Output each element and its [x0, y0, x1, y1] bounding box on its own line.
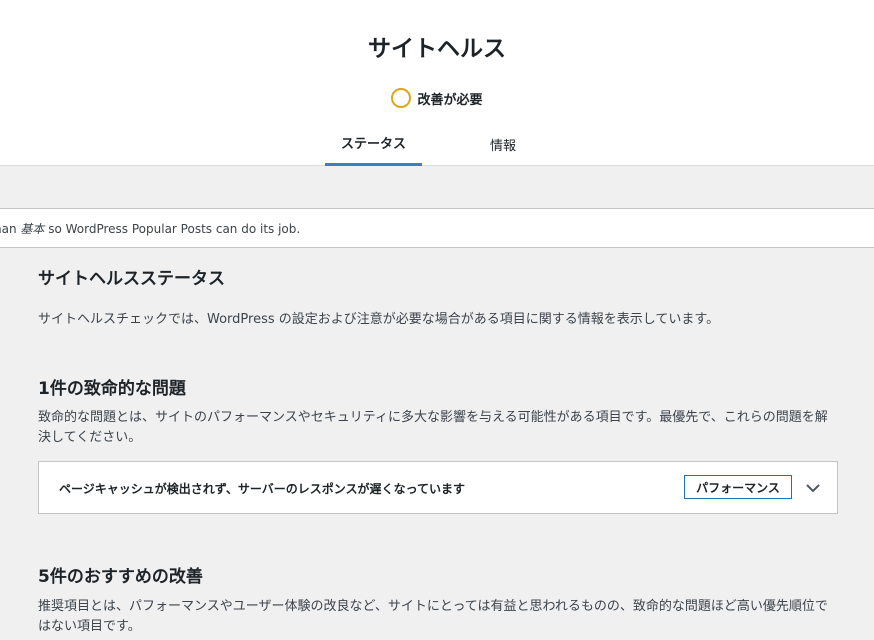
issue-accordion-item[interactable]: ページキャッシュが検出されず、サーバーのレスポンスが遅くなっています パフォーマ…	[38, 461, 838, 514]
notice-text-em: 基本	[20, 221, 45, 236]
recommended-improvements-title: 5件のおすすめの改善	[38, 567, 203, 587]
chevron-down-icon[interactable]	[803, 478, 823, 498]
issue-badge: パフォーマンス	[684, 475, 792, 499]
page-title: サイトヘルス	[368, 36, 506, 62]
tab-bar: ステータス 情報	[0, 122, 874, 166]
section-title: サイトヘルスステータス	[38, 269, 225, 289]
health-status-label: 改善が必要	[417, 92, 483, 108]
section-description: サイトヘルスチェックでは、WordPress の設定および注意が必要な場合がある…	[38, 312, 720, 327]
tab-info[interactable]: 情報	[462, 122, 544, 166]
issue-label: ページキャッシュが検出されず、サーバーのレスポンスが遅くなっています	[59, 482, 465, 496]
site-health-header: サイトヘルス 改善が必要 ステータス 情報	[0, 0, 874, 166]
notice-text: han 基本 so WordPress Popular Posts can do…	[0, 220, 300, 237]
notice-text-before: han	[0, 221, 17, 236]
plugin-notice: han 基本 so WordPress Popular Posts can do…	[0, 208, 874, 248]
status-ring-icon	[391, 88, 412, 108]
notice-text-after: so WordPress Popular Posts can do its jo…	[44, 221, 301, 236]
critical-issues-description: 致命的な問題とは、サイトのパフォーマンスやセキュリティに多大な影響を与える可能性…	[38, 410, 828, 445]
recommended-improvements-description: 推奨項目とは、パフォーマンスやユーザー体験の改良など、サイトにとっては有益と思わ…	[38, 599, 828, 634]
health-status: 改善が必要	[0, 88, 874, 108]
critical-issues-title: 1件の致命的な問題	[38, 379, 186, 399]
tab-status[interactable]: ステータス	[325, 122, 422, 166]
